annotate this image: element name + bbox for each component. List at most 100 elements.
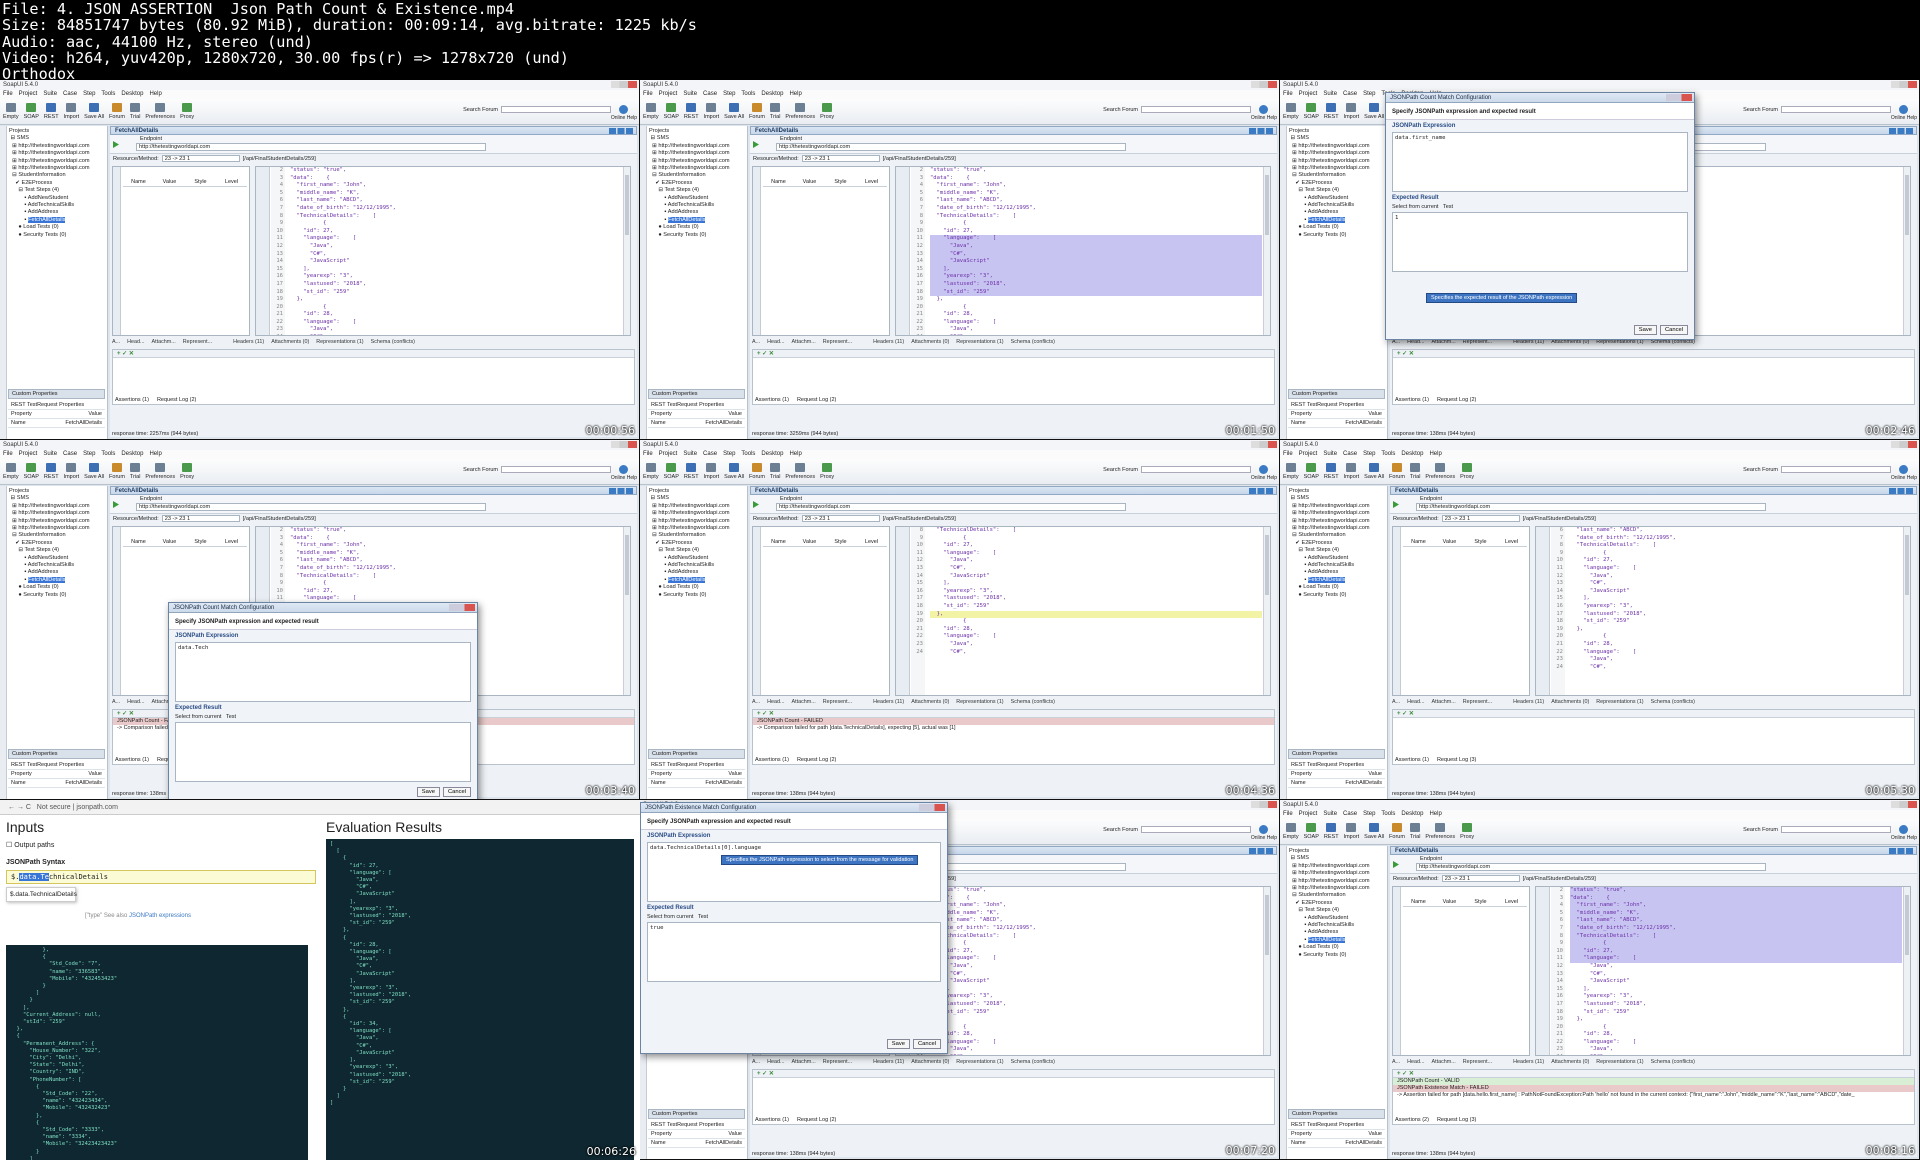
forum-button[interactable]: Forum — [749, 463, 765, 480]
assertion-tabs[interactable]: Assertions (1)Request Log (2) — [115, 397, 196, 403]
resource-select[interactable]: 23 -> 23 1 — [161, 515, 240, 523]
dialog-close-icon[interactable] — [919, 804, 945, 811]
menu-case[interactable]: Case — [703, 451, 717, 457]
save-all-button[interactable]: Save All — [724, 463, 744, 480]
rest-button[interactable]: REST — [1324, 823, 1339, 840]
tree-service-2[interactable]: ⊞ http://thetestingworldapi.com — [1289, 150, 1385, 157]
navigator-tab[interactable] — [1280, 846, 1287, 1159]
tree-step-3[interactable]: ▪ AddAddress — [1289, 929, 1385, 936]
tab-attachments[interactable]: Attachments (0) — [911, 339, 949, 345]
tree-step-2[interactable]: ▪ AddTechnicalSkills — [1289, 922, 1385, 929]
tab-headers[interactable]: Headers (11) — [873, 1059, 904, 1065]
req-tab-a[interactable]: A... — [112, 339, 120, 345]
response-scrollbar[interactable] — [1263, 167, 1270, 335]
expected-input[interactable] — [175, 722, 471, 782]
tree-projects[interactable]: Projects — [1289, 128, 1385, 135]
req-tab-attach[interactable]: Attachm... — [151, 339, 175, 345]
tree-security-tests[interactable]: ● Security Tests (0) — [1289, 232, 1385, 239]
response-scrollbar[interactable] — [1263, 527, 1270, 695]
online-help-button[interactable]: Online Help — [1251, 465, 1277, 481]
menu-case[interactable]: Case — [63, 451, 77, 457]
tree-step-4[interactable]: ▪ FetchAllDetails — [9, 576, 105, 584]
import-button[interactable]: Import — [704, 463, 719, 480]
tree-sms[interactable]: ⊟ SMS — [1289, 855, 1385, 862]
tree-student-info[interactable]: ⊟ StudentInformation — [1289, 892, 1385, 899]
menu-suite[interactable]: Suite — [683, 91, 697, 97]
assertion-tabs[interactable]: Assertions (1)Request Log (2) — [755, 757, 836, 763]
req-tab-head[interactable]: Head... — [767, 699, 784, 705]
save-all-button[interactable]: Save All — [1364, 463, 1384, 480]
menu-help[interactable]: Help — [789, 451, 801, 457]
trial-button[interactable]: Trial — [770, 103, 780, 120]
tree-student-info[interactable]: ⊟ StudentInformation — [1289, 172, 1385, 179]
window-controls[interactable] — [1251, 801, 1277, 808]
tab-representations[interactable]: Representations (1) — [956, 339, 1003, 345]
custom-properties-tab[interactable]: Custom Properties — [1288, 1109, 1385, 1119]
menu-step[interactable]: Step — [83, 91, 95, 97]
tree-service-1[interactable]: ⊞ http://thetestingworldapi.com — [9, 143, 105, 150]
req-tab-attach[interactable]: Attachm... — [791, 699, 815, 705]
editor-controls[interactable] — [609, 128, 633, 134]
tree-service-4[interactable]: ⊞ http://thetestingworldapi.com — [649, 525, 745, 532]
tree-step-1[interactable]: ▪ AddNewStudent — [1289, 195, 1385, 202]
trial-button[interactable]: Trial — [770, 463, 780, 480]
response-side-tabs[interactable] — [896, 167, 910, 335]
assertion-tabs[interactable]: Assertions (2) Request Log (3) — [1395, 1117, 1476, 1123]
navigator-tab[interactable] — [1280, 486, 1287, 799]
empty-button[interactable]: Empty — [643, 103, 659, 120]
request-side-tabs[interactable] — [753, 527, 761, 695]
tree-step-2[interactable]: ▪ AddTechnicalSkills — [1289, 562, 1385, 569]
run-icon[interactable] — [113, 501, 119, 508]
tab-headers[interactable]: Headers (11) — [1513, 1059, 1544, 1065]
rest-button[interactable]: REST — [44, 463, 59, 480]
req-tab-head[interactable]: Head... — [127, 699, 144, 705]
menu-step[interactable]: Step — [83, 451, 95, 457]
empty-button[interactable]: Empty — [3, 103, 19, 120]
forum-button[interactable]: Forum — [109, 463, 125, 480]
response-scrollbar[interactable] — [623, 167, 630, 335]
tree-step-2[interactable]: ▪ AddTechnicalSkills — [9, 202, 105, 209]
tree-load-tests[interactable]: ● Load Tests (0) — [9, 224, 105, 231]
menu-step[interactable]: Step — [723, 91, 735, 97]
assertion-exists-failed[interactable]: JSONPath Existence Match - FAILED — [1393, 1085, 1914, 1092]
props-name-row[interactable]: Name FetchAllDetails — [1288, 419, 1385, 428]
tree-e2e[interactable]: ✔ E2EProcess — [1289, 900, 1385, 907]
menu-desktop[interactable]: Desktop — [121, 91, 143, 97]
menu-file[interactable]: File — [1283, 451, 1293, 457]
tree-service-2[interactable]: ⊞ http://thetestingworldapi.com — [1289, 870, 1385, 877]
tree-security-tests[interactable]: ● Security Tests (0) — [1289, 592, 1385, 599]
online-help-button[interactable]: Online Help — [1891, 105, 1917, 121]
cancel-button[interactable]: Cancel — [1659, 325, 1688, 335]
assertion-toolbar[interactable]: + ✓ ✕ — [1393, 350, 1914, 358]
import-button[interactable]: Import — [64, 463, 79, 480]
tree-service-2[interactable]: ⊞ http://thetestingworldapi.com — [649, 510, 745, 517]
tree-service-1[interactable]: ⊞ http://thetestingworldapi.com — [1289, 143, 1385, 150]
response-side-tabs[interactable] — [1536, 887, 1550, 1055]
jsonpath-input[interactable]: $.data.TechnicalDetails — [6, 870, 316, 884]
tree-security-tests[interactable]: ● Security Tests (0) — [1289, 952, 1385, 959]
search-input[interactable] — [501, 466, 611, 473]
tree-test-steps[interactable]: ⊟ Test Steps (4) — [1289, 907, 1385, 914]
test-button[interactable]: Test — [226, 714, 236, 720]
tree-step-2[interactable]: ▪ AddTechnicalSkills — [649, 202, 745, 209]
trial-button[interactable]: Trial — [130, 463, 140, 480]
tree-step-3[interactable]: ▪ AddAddress — [9, 569, 105, 576]
resource-select[interactable]: 23 -> 23 1 — [161, 155, 240, 163]
tree-test-steps[interactable]: ⊟ Test Steps (4) — [9, 547, 105, 554]
tree-sms[interactable]: ⊟ SMS — [1289, 135, 1385, 142]
props-name-row[interactable]: Name FetchAllDetails — [8, 779, 105, 788]
tree-step-3[interactable]: ▪ AddAddress — [649, 209, 745, 216]
search-input[interactable] — [501, 106, 611, 113]
menu-help[interactable]: Help — [1429, 451, 1441, 457]
tree-load-tests[interactable]: ● Load Tests (0) — [9, 584, 105, 591]
tree-student-info[interactable]: ⊟ StudentInformation — [1289, 532, 1385, 539]
props-name-row[interactable]: Name FetchAllDetails — [648, 419, 745, 428]
tree-test-steps[interactable]: ⊟ Test Steps (4) — [649, 547, 745, 554]
save-button[interactable]: Save — [886, 1039, 910, 1049]
online-help-button[interactable]: Online Help — [1891, 825, 1917, 841]
assertion-toolbar[interactable]: + ✓ ✕ — [113, 350, 634, 358]
soap-button[interactable]: SOAP — [1304, 823, 1319, 840]
menu-suite[interactable]: Suite — [43, 91, 57, 97]
tab-attachments[interactable]: Attachments (0) — [271, 339, 309, 345]
tree-test-steps[interactable]: ⊟ Test Steps (4) — [9, 187, 105, 194]
